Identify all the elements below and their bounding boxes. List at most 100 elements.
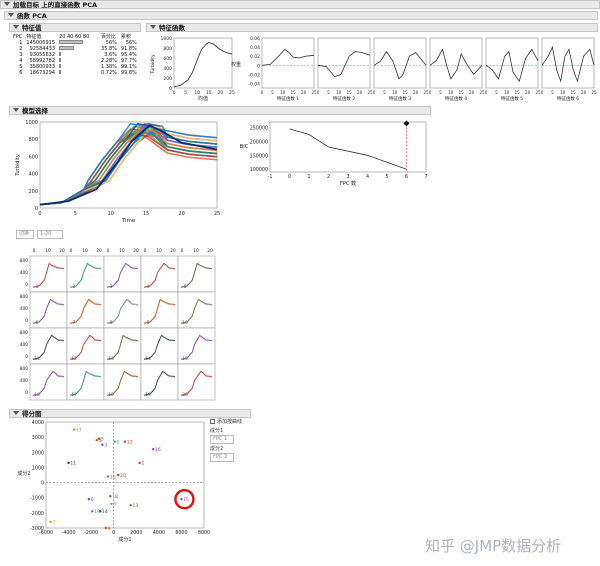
y-tick-label: 600 (28, 154, 38, 160)
x-tick-label: 0 (429, 90, 432, 95)
component2-label: 成分2 (210, 446, 224, 452)
x-tick-label: 0 (288, 174, 291, 180)
model-select-bar[interactable]: 模型选择 (9, 106, 431, 115)
x-tick-label: 10 (193, 248, 199, 254)
cell-label: 16 (34, 392, 40, 398)
x-tick-label: 0 (107, 248, 110, 254)
percent-bar-cell (57, 70, 99, 76)
x-tick-label: 0 (70, 248, 73, 254)
add-curves-checkbox[interactable]: 添加按曲线 (210, 419, 242, 426)
cell-label: 3 (110, 284, 113, 290)
x-tick-label: 0 (317, 90, 320, 95)
x-tick-label: 20 (178, 211, 184, 217)
eigenfunction-label: 特征函数 1 (277, 95, 299, 102)
y-tick-label: 0 (25, 390, 28, 396)
eigenfunction-frame (541, 37, 595, 89)
y-tick-label: 400 (20, 270, 28, 276)
y-tick-label: 0 (25, 354, 28, 360)
y-tick-label: 1000 (32, 465, 44, 471)
eigenvalue-table: FPC 特征值 20 40 60 80 百分比 累积 1 145006915 56%… (11, 34, 139, 76)
range-field[interactable]: 1-20 (37, 230, 63, 239)
x-tick-label: 20 (413, 90, 419, 95)
percent-bar (59, 46, 75, 50)
y-tick-label: -0.02 (248, 72, 260, 78)
y-tick-label: 200 (163, 76, 172, 82)
x-tick-label: 4000 (153, 530, 165, 536)
disclosure-icon[interactable] (8, 13, 14, 17)
eigenfunction-frame (317, 37, 371, 89)
zoom-button[interactable]: 切换 (16, 230, 34, 239)
eigenvalues-bar[interactable]: 特征值 (9, 23, 141, 32)
score-point-label: 11 (70, 461, 76, 467)
component2-select[interactable]: FPC 2 (210, 453, 234, 462)
disclosure-icon[interactable] (4, 2, 10, 6)
score-point-label: 7 (52, 520, 55, 526)
cell-label: 11 (34, 356, 40, 362)
percent-cell: 0.72% (101, 70, 117, 76)
percent-bar (59, 64, 62, 68)
score-point-label: 5 (101, 436, 104, 442)
y-tick-label: -1000 (30, 496, 44, 502)
cell-label: 1 (36, 284, 39, 290)
cumulative-cell: 99.8% (120, 70, 137, 76)
cell-label: 2 (73, 284, 76, 290)
x-tick-label: 5 (439, 90, 442, 95)
disclosure-icon[interactable] (13, 411, 19, 415)
score-point-label: 8 (113, 502, 116, 508)
x-tick-label: 5 (74, 211, 77, 217)
cell-label: 20 (182, 392, 188, 398)
score-point-label: 12 (127, 439, 133, 445)
eigenfunction-frame (373, 37, 427, 89)
x-tick-label: 5 (271, 90, 274, 95)
cell-label: 12 (71, 356, 77, 362)
cell-label: 4 (147, 284, 150, 290)
percent-bar (59, 58, 62, 62)
cell-label: 8 (110, 320, 113, 326)
y-tick-label: 0 (25, 318, 28, 324)
disclosure-icon[interactable] (150, 25, 156, 29)
x-tick-label: 0 (373, 90, 376, 95)
x-tick-label: 2000 (130, 530, 142, 536)
plot-frame (269, 121, 427, 173)
y-tick-label: 150000 (250, 153, 268, 159)
score-plot-bar[interactable]: 得分图 (9, 409, 251, 418)
cell-label: 5 (184, 284, 187, 290)
y-axis-label: Turbidity (150, 54, 156, 75)
x-tick-label: 20 (301, 90, 307, 95)
y-tick-label: 0.04 (250, 45, 260, 51)
score-point-label: 17 (76, 427, 82, 433)
disclosure-icon[interactable] (13, 25, 19, 29)
y-tick-label: 200 (28, 189, 38, 195)
score-point-label: 20 (120, 473, 126, 479)
disclosure-icon[interactable] (13, 108, 19, 112)
table-row: 6 18673294 0.72% 99.8% (11, 70, 139, 76)
checkbox-icon[interactable] (210, 419, 215, 424)
component1-select[interactable]: FPC 1 (210, 435, 234, 444)
eigenvalue-cell: 18673294 (29, 70, 56, 76)
x-tick-label: 10 (119, 248, 125, 254)
x-tick-label: 10 (156, 248, 162, 254)
cell-label: 15 (182, 356, 188, 362)
x-tick-label: 15 (143, 211, 149, 217)
fpca-title: 函数 PCA (17, 12, 47, 20)
score-point-label: 15 (183, 497, 189, 503)
eigenfunction-plots: 权重0.060.040.020-0.02-0.040 5 10 15 20 25特征函数 … (231, 36, 597, 102)
y-tick-label: 0.02 (250, 54, 260, 60)
x-tick-label: 20 (218, 90, 224, 96)
fpca-title-bar[interactable]: 函数 PCA (4, 11, 598, 20)
x-tick-label: 10 (560, 90, 566, 95)
x-tick-label: 15 (403, 90, 409, 95)
x-tick-label: 10 (336, 90, 342, 95)
x-tick-label: 20 (133, 248, 139, 254)
y-tick-label: 0 (41, 481, 44, 487)
eigenfunctions-bar[interactable]: 特征函数 (146, 23, 598, 32)
x-tick-label: 10 (392, 90, 398, 95)
y-tick-label: 400 (20, 342, 28, 348)
eigenfunction-label: 特征函数 3 (389, 95, 411, 102)
y-tick-label: 800 (20, 294, 28, 300)
percent-bar (59, 40, 83, 44)
y-tick-label: 0.06 (250, 36, 260, 42)
eigenfunction-frame (429, 37, 483, 89)
report-title-bar[interactable]: 加载目标 上的直接函数 PCA (0, 0, 600, 9)
score-point-label: 13 (132, 503, 138, 509)
